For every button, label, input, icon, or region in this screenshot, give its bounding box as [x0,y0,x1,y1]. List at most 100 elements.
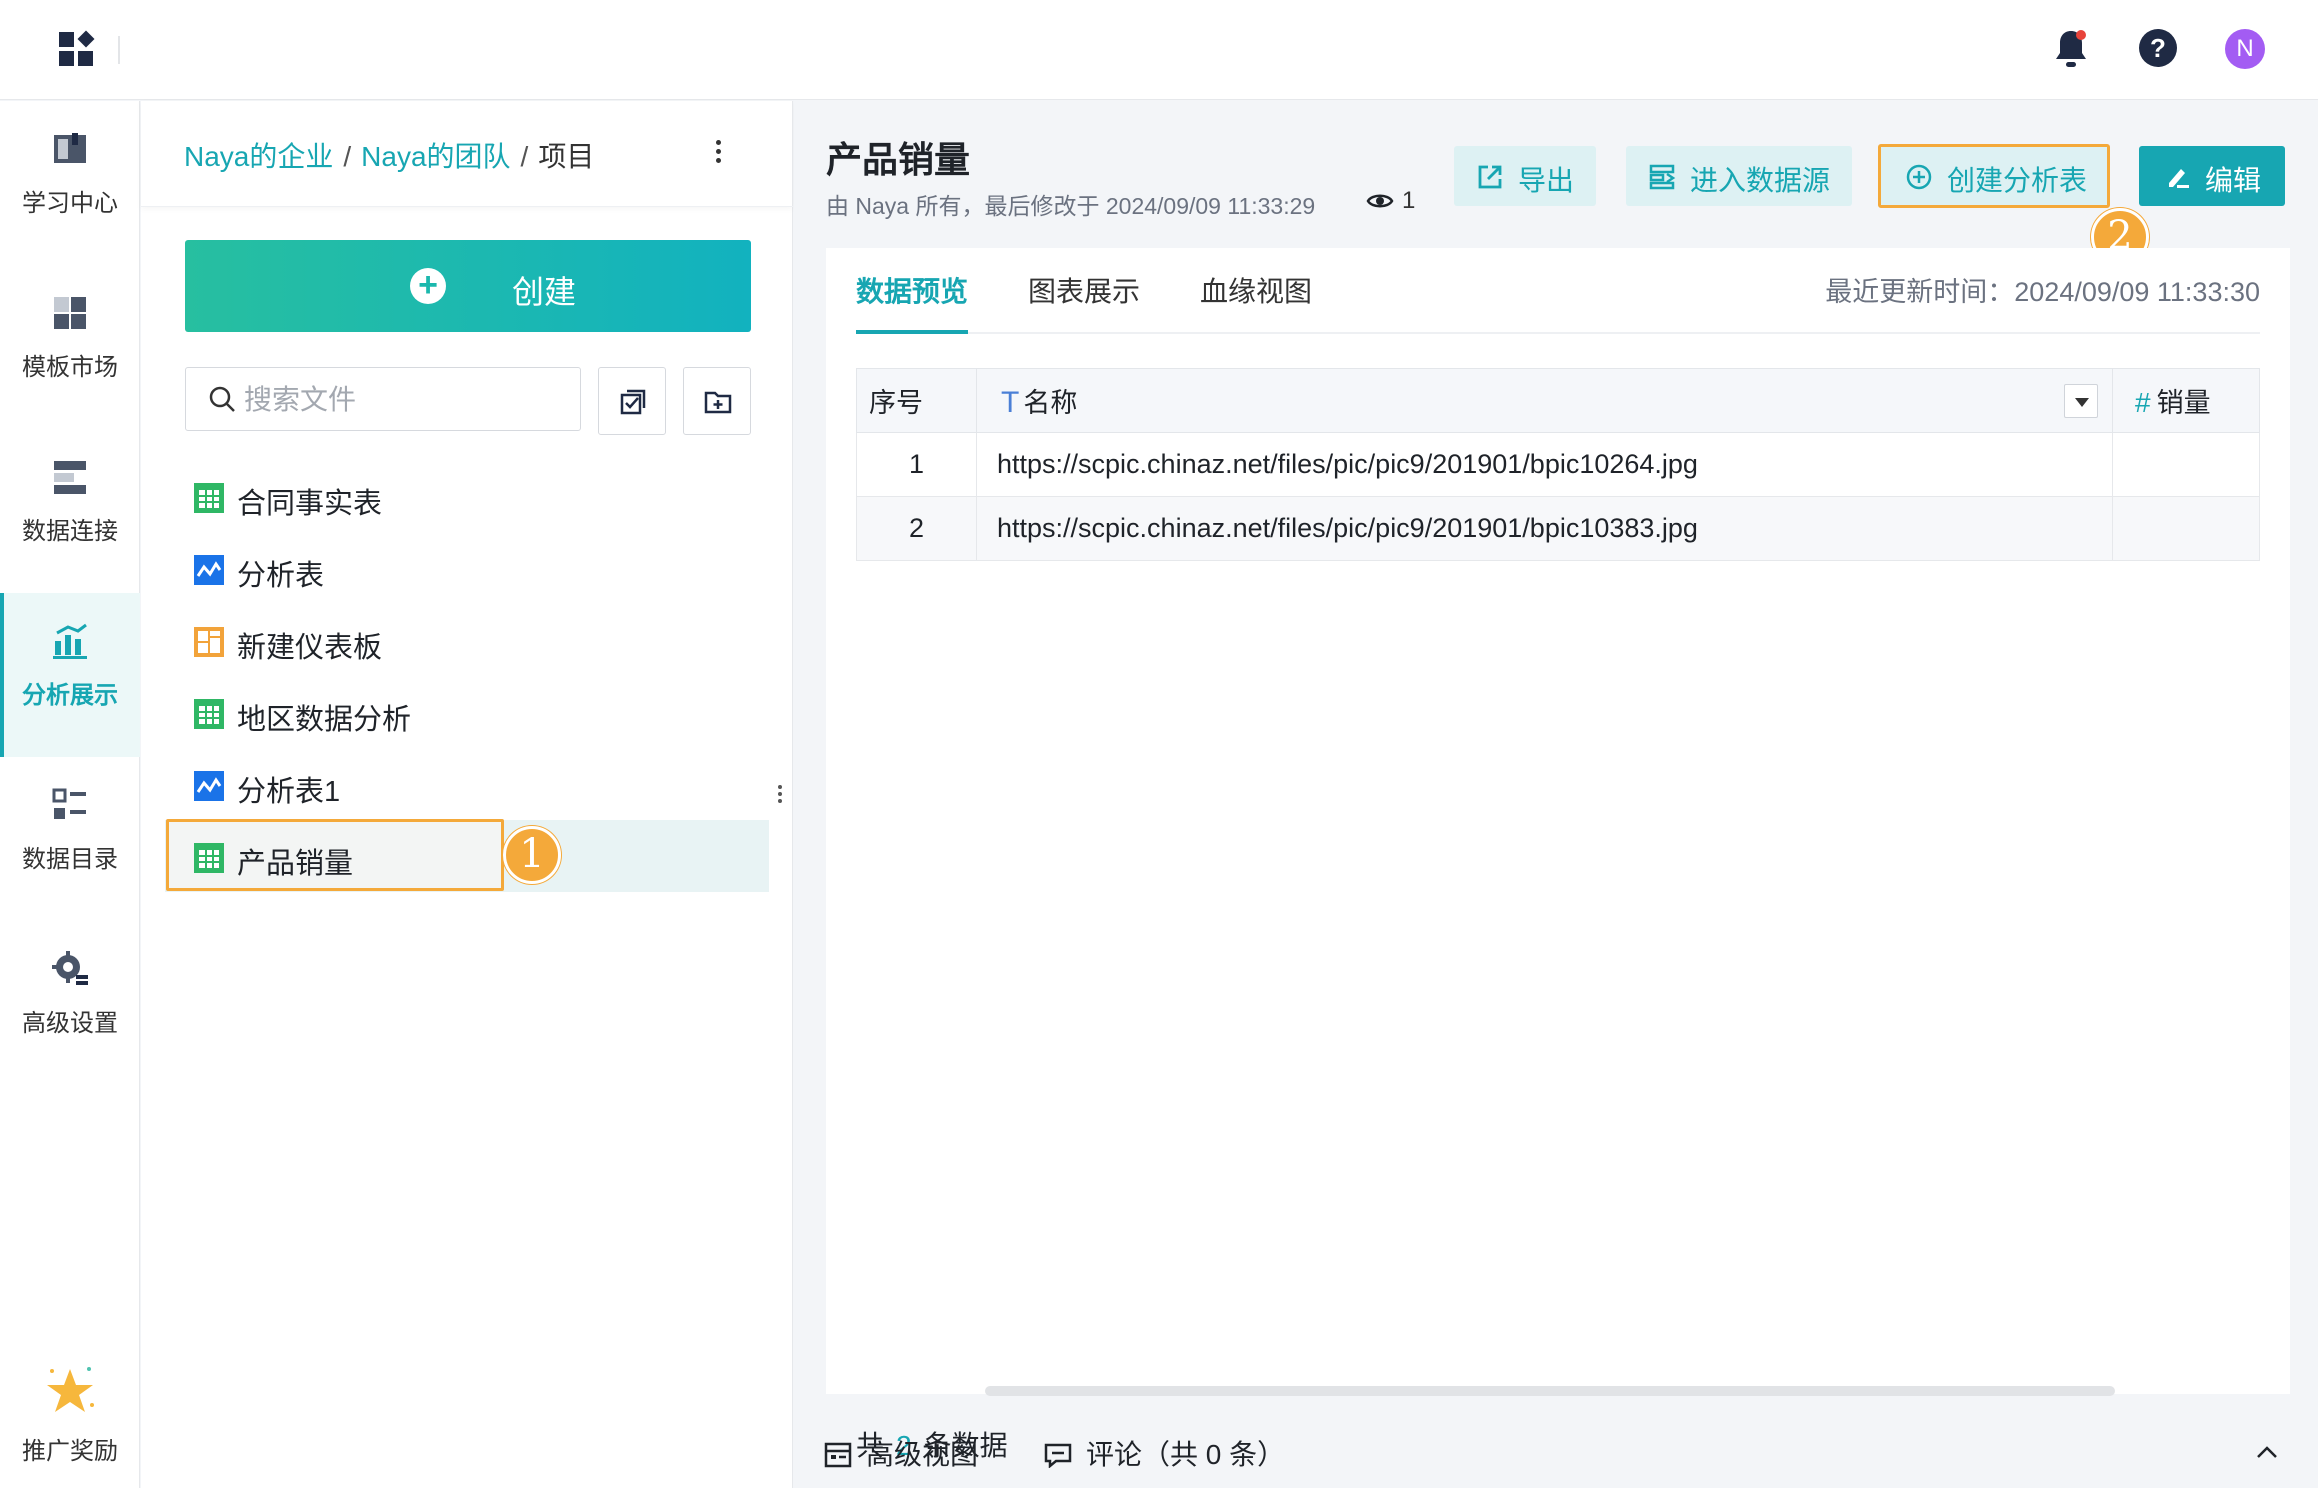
file-name: 合同事实表 [237,488,383,520]
gear-icon [52,951,88,985]
breadcrumb-org[interactable]: Naya的企业 [184,141,333,172]
file-item[interactable]: 分析表1 [165,748,769,820]
more-menu-icon[interactable] [703,137,733,171]
column-header-index[interactable]: 序号 [856,368,977,433]
new-folder-button[interactable] [683,367,751,435]
chevron-up-icon[interactable] [2252,1437,2282,1467]
last-updated: 最近更新时间：2024/09/09 11:33:30 [1825,277,2260,307]
column-header-name[interactable]: T 名称 [976,368,2113,433]
page-title: 产品销量 [826,139,971,180]
owner-meta: 由 Naya 所有，最后修改于 2024/09/09 11:33:29 [826,193,1316,219]
step-badge-1: 1 [503,826,561,884]
nav-item-analysis[interactable]: 分析展示 [0,593,140,757]
file-name: 地区数据分析 [237,704,412,736]
nav-label: 学习中心 [22,190,118,217]
table-icon [194,843,224,873]
nav-item-learning[interactable]: 学习中心 [0,101,140,265]
column-header-sales[interactable]: # 销量 [2112,368,2260,433]
file-item[interactable]: 地区数据分析 [165,676,769,748]
nav-item-settings[interactable]: 高级设置 [0,921,140,1085]
advanced-view-label: 高级视图 [866,1439,979,1470]
notification-bell-icon[interactable] [2051,27,2091,71]
create-button[interactable]: + 创建 [185,240,751,332]
enter-datasource-button[interactable]: 进入数据源 [1626,146,1852,206]
template-icon [54,297,86,329]
plus-icon: + [410,268,446,304]
cell-name[interactable]: https://scpic.chinaz.net/files/pic/pic9/… [976,496,2113,561]
cell-sales[interactable] [2112,432,2260,497]
left-nav: 学习中心 模板市场 数据连接 分析展示 数据目录 高级设置 推广奖励 [0,101,140,1488]
text-type-icon: T [1001,386,1020,419]
batch-select-button[interactable] [598,367,666,435]
tab-lineage-view[interactable]: 血缘视图 [1200,270,1312,310]
file-item[interactable]: 合同事实表 [165,460,769,532]
file-item[interactable]: 产品销量 [165,820,465,892]
divider [118,36,120,64]
number-type-icon: # [2135,387,2151,418]
search-input[interactable] [244,380,564,420]
checkbox-multi-icon [620,389,646,415]
view-count-value: 1 [1402,187,1416,214]
analysis-icon [194,555,224,585]
plus-circle-icon [1906,164,1932,190]
active-tab-indicator [856,330,968,334]
nav-label: 模板市场 [22,354,118,381]
top-bar: ? N [0,0,2318,100]
help-icon[interactable]: ? [2139,29,2177,67]
comments-button[interactable]: 评论（共 0 条） [1044,1433,1285,1473]
file-name: 新建仪表板 [237,632,383,664]
analysis-icon [194,771,224,801]
advanced-view-icon [824,1442,852,1468]
chart-icon [53,623,87,659]
star-reward-icon [47,1367,94,1412]
panel-resize-handle[interactable] [775,783,785,813]
cell-sales[interactable] [2112,496,2260,561]
search-icon [209,386,235,412]
breadcrumb: Naya的企业 / Naya的团队 / 项目 [184,141,595,172]
table-icon [194,699,224,729]
table-row[interactable]: 1 https://scpic.chinaz.net/files/pic/pic… [856,432,2260,497]
user-avatar[interactable]: N [2225,29,2265,69]
data-connect-icon [54,461,86,494]
file-panel: Naya的企业/Naya的团队/项目 + 创建 合同事 [141,101,793,1488]
breadcrumb-team[interactable]: Naya的团队 [361,141,510,172]
datasource-icon [1649,164,1676,190]
tab-data-preview[interactable]: 数据预览 [856,270,968,310]
nav-item-catalog[interactable]: 数据目录 [0,757,140,921]
data-card: 数据预览 图表展示 血缘视图 最近更新时间：2024/09/09 11:33:3… [826,248,2290,1461]
tab-chart-display[interactable]: 图表展示 [1028,270,1140,310]
create-analysis-label: 创建分析表 [1947,165,2088,196]
nav-item-promo[interactable]: 推广奖励 [0,1323,140,1487]
nav-label: 数据目录 [22,846,118,873]
breadcrumb-current: 项目 [538,141,595,172]
cell-index: 1 [856,432,977,497]
comment-icon [1044,1443,1072,1469]
column-dropdown-icon[interactable] [2064,384,2098,418]
edit-label: 编辑 [2205,165,2262,196]
horizontal-scrollbar[interactable] [985,1386,2115,1396]
file-item[interactable]: 分析表 [165,532,769,604]
create-label: 创建 [512,274,577,310]
nav-item-data-connect[interactable]: 数据连接 [0,429,140,593]
export-icon [1478,165,1502,189]
edit-button[interactable]: 编辑 [2139,146,2285,206]
nav-item-templates[interactable]: 模板市场 [0,265,140,429]
search-box [185,367,581,431]
eye-icon [1366,194,1394,208]
export-button[interactable]: 导出 [1454,146,1596,206]
file-item[interactable]: 新建仪表板 [165,604,769,676]
table-row[interactable]: 2 https://scpic.chinaz.net/files/pic/pic… [856,496,2260,561]
data-table: 序号 T 名称 # 销量 1 https://scpic.chinaz.net/fi… [856,368,2260,561]
nav-label: 推广奖励 [22,1438,118,1465]
app-grid-icon[interactable] [57,30,97,70]
table-icon [194,483,224,513]
cell-name[interactable]: https://scpic.chinaz.net/files/pic/pic9/… [976,432,2113,497]
export-label: 导出 [1518,165,1575,196]
file-name: 产品销量 [237,848,354,880]
bottom-bar: 高级视图 评论（共 0 条） [794,1409,2318,1488]
folder-add-icon [704,391,732,414]
file-name: 分析表 [237,560,325,592]
create-analysis-button[interactable]: 创建分析表 [1878,144,2110,208]
catalog-icon [52,788,86,819]
advanced-view-button[interactable]: 高级视图 [824,1433,978,1473]
